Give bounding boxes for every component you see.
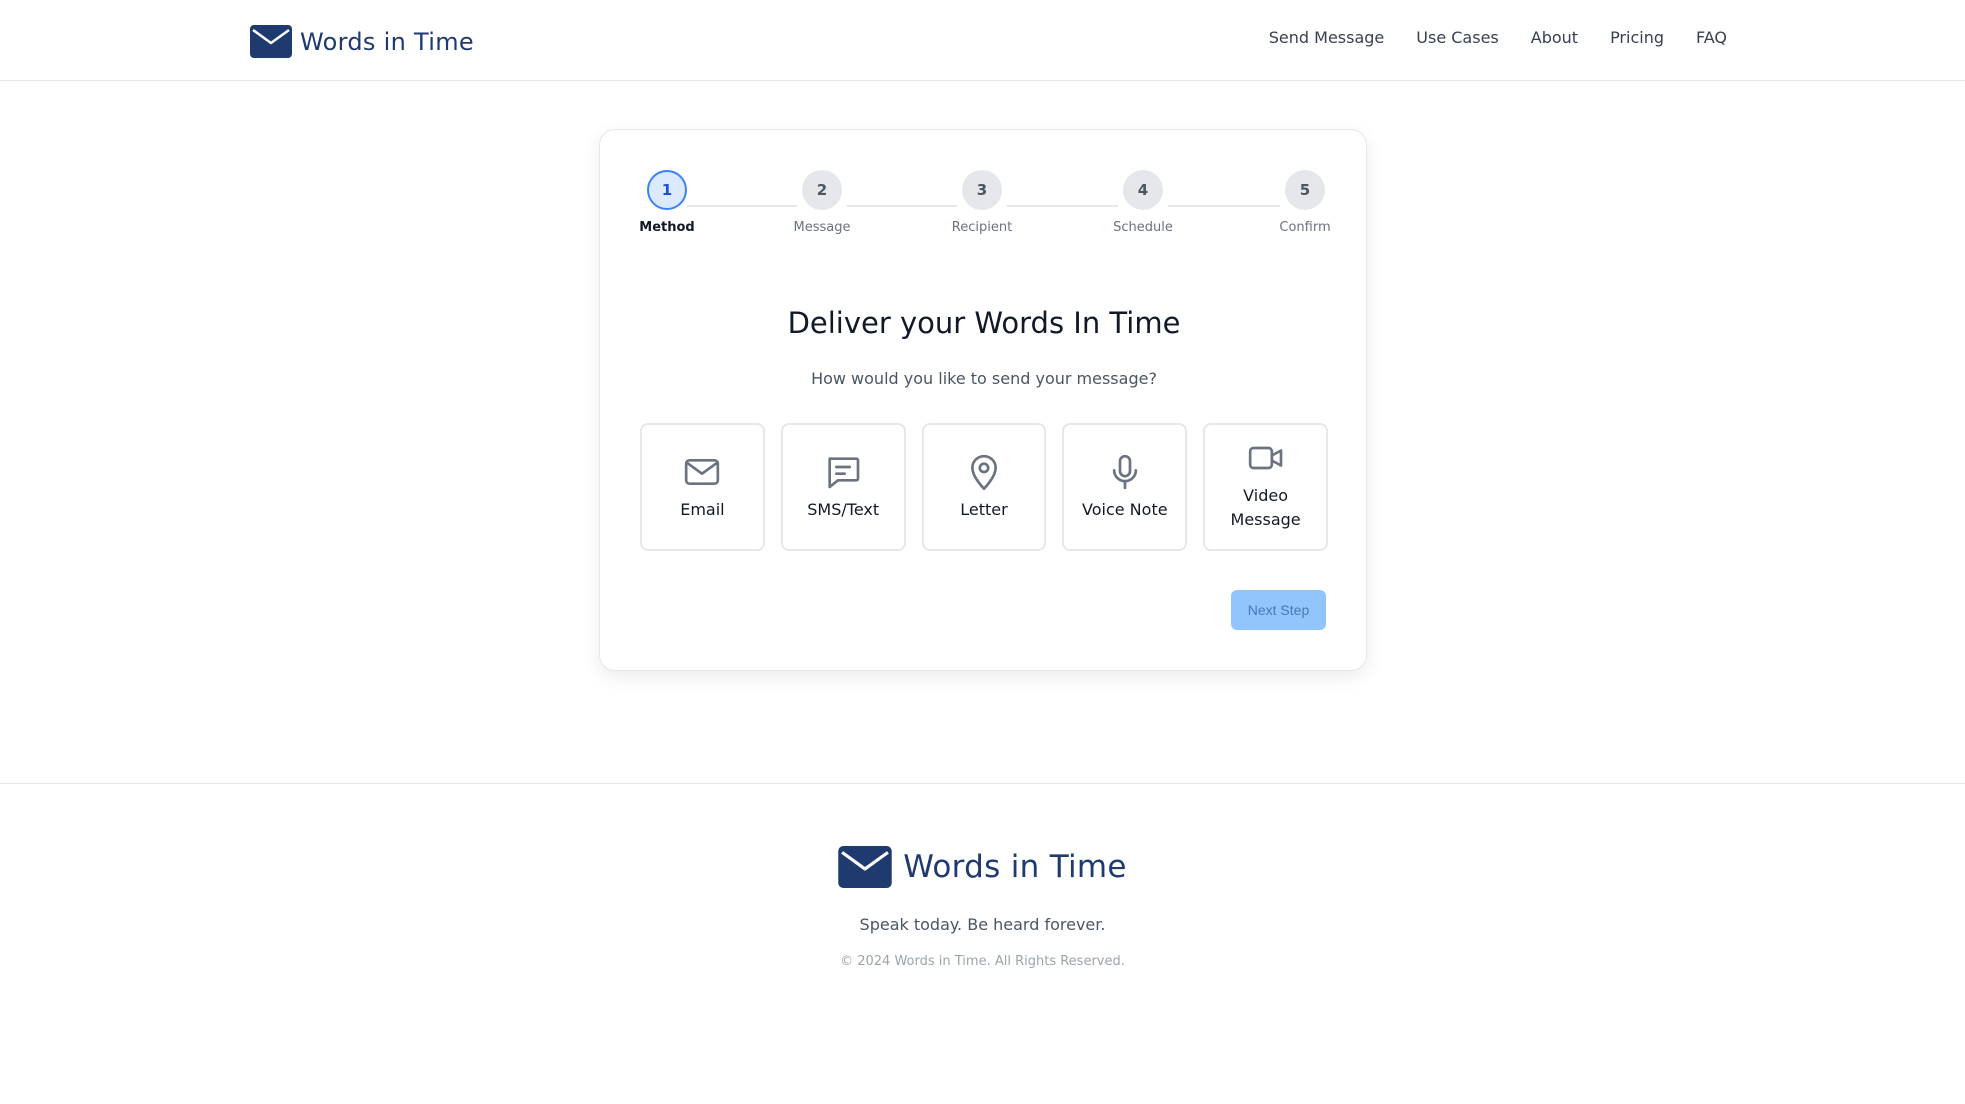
step-label: Confirm — [1279, 220, 1331, 235]
brand-name: Words in Time — [300, 27, 474, 56]
step-number: 5 — [1285, 170, 1325, 210]
nav-send-message[interactable]: Send Message — [1269, 28, 1385, 47]
method-video-message-option[interactable]: Video Message — [1203, 423, 1328, 551]
footer-copyright: © 2024 Words in Time. All Rights Reserve… — [840, 954, 1125, 969]
nav-faq[interactable]: FAQ — [1696, 28, 1727, 47]
step-number: 1 — [647, 170, 687, 210]
mail-icon — [685, 459, 720, 485]
method-label: Voice Note — [1082, 500, 1168, 519]
progress-stepper: 1 Method 2 Message 3 Recipient 4 Schedul… — [600, 130, 1368, 250]
step-schedule: 4 Schedule — [1093, 170, 1193, 235]
step-label: Message — [793, 220, 851, 235]
step-label: Schedule — [1113, 220, 1173, 235]
nav-about[interactable]: About — [1531, 28, 1578, 47]
step-number: 4 — [1123, 170, 1163, 210]
site-header: Words in Time Send Message Use Cases Abo… — [0, 0, 1965, 81]
method-sms-option[interactable]: SMS/Text — [780, 423, 906, 551]
step-number: 3 — [962, 170, 1002, 210]
step-recipient: 3 Recipient — [932, 170, 1032, 235]
step-number: 2 — [802, 170, 842, 210]
brand-link[interactable]: Words in Time — [250, 25, 474, 58]
site-footer: Words in Time Speak today. Be heard fore… — [0, 783, 1965, 1104]
microphone-icon — [1112, 454, 1137, 490]
envelope-logo-icon — [250, 25, 292, 58]
method-email-option[interactable]: Email — [640, 423, 765, 551]
main-nav: Send Message Use Cases About Pricing FAQ — [1269, 28, 1727, 47]
wizard-card: 1 Method 2 Message 3 Recipient 4 Schedul… — [599, 129, 1367, 671]
video-icon — [1248, 446, 1282, 470]
step-method: 1 Method — [617, 170, 717, 235]
footer-tagline: Speak today. Be heard forever. — [859, 915, 1106, 934]
method-label: Email — [680, 500, 725, 519]
step-label: Recipient — [951, 220, 1013, 235]
method-label: SMS/Text — [807, 500, 880, 519]
footer-brand-name: Words in Time — [903, 849, 1127, 885]
next-step-button[interactable]: Next Step — [1231, 590, 1326, 630]
message-icon — [828, 457, 860, 489]
map-pin-icon — [970, 454, 997, 490]
page-title: Deliver your Words In Time — [787, 306, 1181, 340]
footer-brand: Words in Time — [0, 846, 1965, 888]
delivery-method-options: Email SMS/Text Letter Voice Note Video M… — [640, 423, 1328, 551]
method-letter-option[interactable]: Letter — [921, 423, 1047, 551]
method-label: Video Message — [1230, 486, 1301, 529]
envelope-logo-icon — [838, 846, 892, 888]
step-message: 2 Message — [772, 170, 872, 235]
step-label: Method — [639, 220, 695, 235]
step-confirm: 5 Confirm — [1255, 170, 1355, 235]
method-voice-note-option[interactable]: Voice Note — [1062, 423, 1188, 551]
nav-use-cases[interactable]: Use Cases — [1416, 28, 1498, 47]
page-subtitle: How would you like to send your message? — [811, 369, 1157, 388]
nav-pricing[interactable]: Pricing — [1610, 28, 1664, 47]
method-label: Letter — [960, 500, 1008, 519]
